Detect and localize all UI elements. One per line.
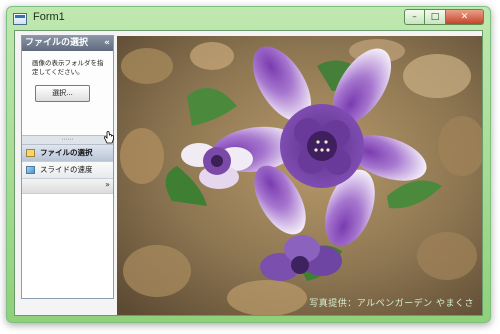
folder-instruction-text: 画像の表示フォルダを指定してください。 [32,59,104,76]
overflow-chevron-icon[interactable]: » [105,180,110,189]
navigation-pane: ファイルの選択 « 画像の表示フォルダを指定してください。 選択... ⋯⋯ フ… [21,35,114,299]
photo-credit-caption: 写真提供：アルペンガーデン やまくさ [309,299,474,309]
nav-item-label: ファイルの選択 [40,148,93,157]
flower-photo: 写真提供：アルペンガーデン やまくさ [117,36,482,315]
nav-pane-title: ファイルの選択 [25,38,89,48]
title-bar[interactable]: Form1 – □ ✕ [7,7,490,29]
nav-item-file-select[interactable]: ファイルの選択 [22,145,113,162]
folder-icon [26,149,35,157]
close-button[interactable]: ✕ [446,9,484,25]
slides-icon [26,166,35,174]
window-controls: – □ ✕ [404,9,484,26]
select-folder-button[interactable]: 選択... [35,85,90,102]
nav-pane-content: 画像の表示フォルダを指定してください。 選択... [22,51,113,135]
form-icon [13,13,27,25]
client-area: ファイルの選択 « 画像の表示フォルダを指定してください。 選択... ⋯⋯ フ… [14,30,483,316]
hand-cursor-icon [104,131,114,144]
flower-image [117,36,482,315]
nav-pane-header: ファイルの選択 « [22,36,113,51]
collapse-chevron-icon[interactable]: « [104,36,110,51]
window-title: Form1 [33,11,65,23]
app-window: Form1 – □ ✕ ファイルの選択 « 画像の表示フォルダを指定してください… [6,6,491,323]
maximize-button[interactable]: □ [425,9,446,25]
nav-item-label: スライドの速度 [40,165,93,174]
nav-overflow-bar[interactable]: » [22,179,113,194]
nav-splitter-handle[interactable]: ⋯⋯ [22,135,113,145]
nav-item-slide-speed[interactable]: スライドの速度 [22,162,113,179]
minimize-button[interactable]: – [404,9,425,25]
